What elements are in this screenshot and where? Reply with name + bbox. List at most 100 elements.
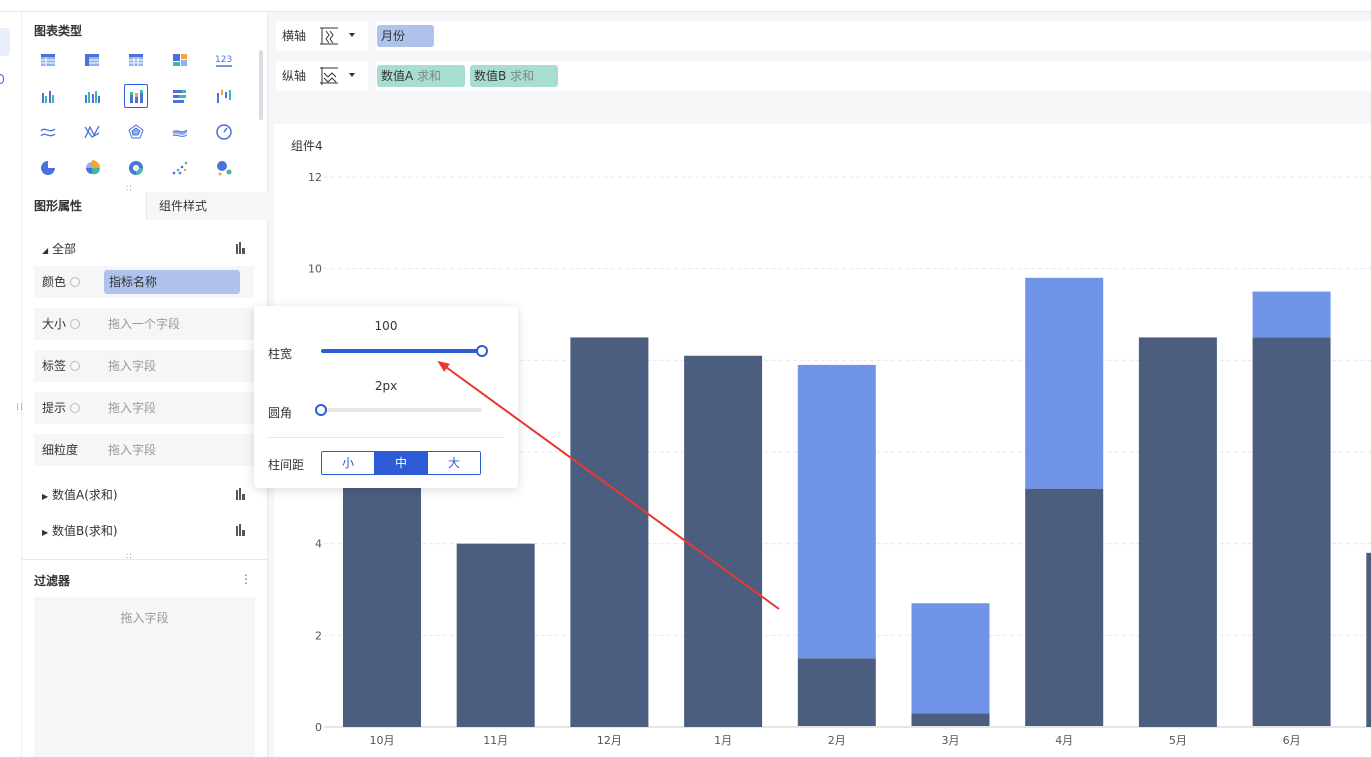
grouped-bar-icon[interactable] <box>36 84 60 108</box>
detail-table-icon[interactable] <box>124 48 148 72</box>
scatter-icon[interactable] <box>168 156 192 180</box>
bar-series-a[interactable] <box>1138 337 1217 727</box>
tooltip-drop-placeholder: 拖入字段 <box>108 401 157 415</box>
x-tick-label: 2月 <box>828 734 846 747</box>
collapse-caret-icon: ◢ <box>42 246 49 255</box>
color-row[interactable]: 颜色 指标名称 <box>34 266 254 298</box>
spacing-small-button[interactable]: 小 <box>322 452 375 474</box>
bar-series-b[interactable] <box>1252 291 1331 338</box>
y-field-chip-a[interactable]: 数值A 求和 <box>377 65 465 87</box>
y-field-a-name: 数值A <box>381 69 414 83</box>
x-axis-dropdown-icon[interactable] <box>349 33 355 37</box>
bar-series-a[interactable] <box>797 658 876 726</box>
radar-icon[interactable] <box>124 120 148 144</box>
label-settings-icon[interactable] <box>70 361 80 371</box>
tooltip-settings-icon[interactable] <box>70 403 80 413</box>
horizontal-bar-icon[interactable] <box>168 84 192 108</box>
chart-type-scrollbar[interactable] <box>259 50 263 120</box>
bar-chart-icon[interactable] <box>236 488 250 500</box>
pie-icon[interactable] <box>36 156 60 180</box>
all-section-header[interactable]: ◢ 全部 <box>42 240 76 257</box>
bar-series-b[interactable] <box>1025 277 1104 489</box>
bar-width-value: 100 <box>374 319 398 333</box>
size-row[interactable]: 大小 拖入一个字段 <box>34 308 254 340</box>
rose-pie-icon[interactable] <box>80 156 104 180</box>
x-tick-label: 6月 <box>1283 734 1301 747</box>
bar-width-slider-thumb[interactable] <box>476 345 488 357</box>
color-field-pill[interactable]: 指标名称 <box>104 270 240 294</box>
table-icon[interactable] <box>36 48 60 72</box>
y-axis-shelf: 纵轴 数值A 求和 数值B 求和 <box>276 61 1371 91</box>
rail-indicator[interactable] <box>0 74 4 84</box>
label-row[interactable]: 标签 拖入字段 <box>34 350 254 382</box>
kpi-number-icon[interactable]: 123 <box>212 48 236 72</box>
waterfall-icon[interactable] <box>212 84 236 108</box>
tab-shape-properties[interactable]: 图形属性 <box>22 192 146 220</box>
granularity-drop-placeholder: 拖入字段 <box>108 443 157 457</box>
section-divider <box>22 559 268 560</box>
x-axis-shelf: 横轴 月份 <box>276 21 1371 51</box>
area-icon[interactable] <box>168 120 192 144</box>
filter-drop-zone[interactable]: 拖入字段 <box>34 597 255 757</box>
bubble-icon[interactable] <box>212 156 236 180</box>
more-options-icon[interactable]: ⋮ <box>240 572 252 586</box>
shelf-separator <box>368 21 376 51</box>
corner-radius-label: 圆角 <box>268 406 293 420</box>
bar-chart-icon[interactable] <box>236 524 250 536</box>
y-axis-type-icon[interactable] <box>318 65 340 87</box>
chart-config-panel: 图表类型 123 ∷ 图形属性 组件样式 ◢ 全部 颜色 指标名称 大小 拖入一… <box>22 12 268 757</box>
cross-table-icon[interactable] <box>80 48 104 72</box>
corner-radius-slider-thumb[interactable] <box>315 404 327 416</box>
stacked-bar-icon[interactable] <box>124 84 148 108</box>
y-axis-dropdown-icon[interactable] <box>349 73 355 77</box>
treemap-icon[interactable] <box>168 48 192 72</box>
tab-component-style[interactable]: 组件样式 <box>146 192 268 220</box>
gauge-icon[interactable] <box>212 120 236 144</box>
property-tabs: 图形属性 组件样式 <box>22 192 268 220</box>
bar-series-a[interactable] <box>1366 552 1371 727</box>
series-a-section[interactable]: ▶ 数值A(求和) <box>42 486 118 503</box>
x-field-name: 月份 <box>381 29 406 43</box>
expand-caret-icon: ▶ <box>42 528 49 537</box>
label-label: 标签 <box>42 359 67 373</box>
radar-line-icon[interactable] <box>80 120 104 144</box>
y-tick-label: 2 <box>315 629 322 642</box>
bar-series-a[interactable] <box>911 713 990 726</box>
series-a-section-label: 数值A(求和) <box>51 488 118 502</box>
filter-title: 过滤器 <box>34 574 71 588</box>
bar-series-a[interactable] <box>684 355 763 727</box>
line-icon[interactable] <box>36 120 60 144</box>
bar-spacing-label: 柱间距 <box>268 458 305 472</box>
bar-spacing-segmented: 小 中 大 <box>321 451 481 475</box>
corner-radius-slider[interactable] <box>315 404 482 416</box>
x-field-chip-month[interactable]: 月份 <box>377 25 434 47</box>
donut-icon[interactable] <box>124 156 148 180</box>
corner-radius-value: 2px <box>374 379 398 393</box>
size-label: 大小 <box>42 317 67 331</box>
y-field-chip-b[interactable]: 数值B 求和 <box>470 65 558 87</box>
series-b-section[interactable]: ▶ 数值B(求和) <box>42 522 118 539</box>
bar-series-a[interactable] <box>1252 337 1331 726</box>
bar-series-a[interactable] <box>343 484 421 727</box>
spacing-large-button[interactable]: 大 <box>428 452 480 474</box>
bar-width-slider[interactable] <box>321 345 488 357</box>
bar-chart-icon[interactable] <box>236 242 250 254</box>
color-settings-icon[interactable] <box>70 277 80 287</box>
bar-series-b[interactable] <box>911 603 990 714</box>
panel-drag-handle[interactable]: ⁞⁞ <box>16 402 24 413</box>
size-settings-icon[interactable] <box>70 319 80 329</box>
x-tick-label: 5月 <box>1169 734 1187 747</box>
bar-series-a[interactable] <box>456 543 535 727</box>
x-axis-label: 横轴 <box>282 29 307 43</box>
bar-series-b[interactable] <box>797 364 876 659</box>
multi-bar-icon[interactable] <box>80 84 104 108</box>
bar-series-a[interactable] <box>1025 488 1104 726</box>
rail-active-tab[interactable] <box>0 28 10 56</box>
filter-resize-handle[interactable]: ∷ <box>126 552 133 562</box>
granularity-label: 细粒度 <box>42 443 79 457</box>
tooltip-row[interactable]: 提示 拖入字段 <box>34 392 254 424</box>
granularity-row[interactable]: 细粒度 拖入字段 <box>34 434 254 466</box>
bar-series-a[interactable] <box>570 337 649 727</box>
x-axis-type-icon[interactable] <box>318 25 340 47</box>
spacing-medium-button[interactable]: 中 <box>375 452 428 474</box>
